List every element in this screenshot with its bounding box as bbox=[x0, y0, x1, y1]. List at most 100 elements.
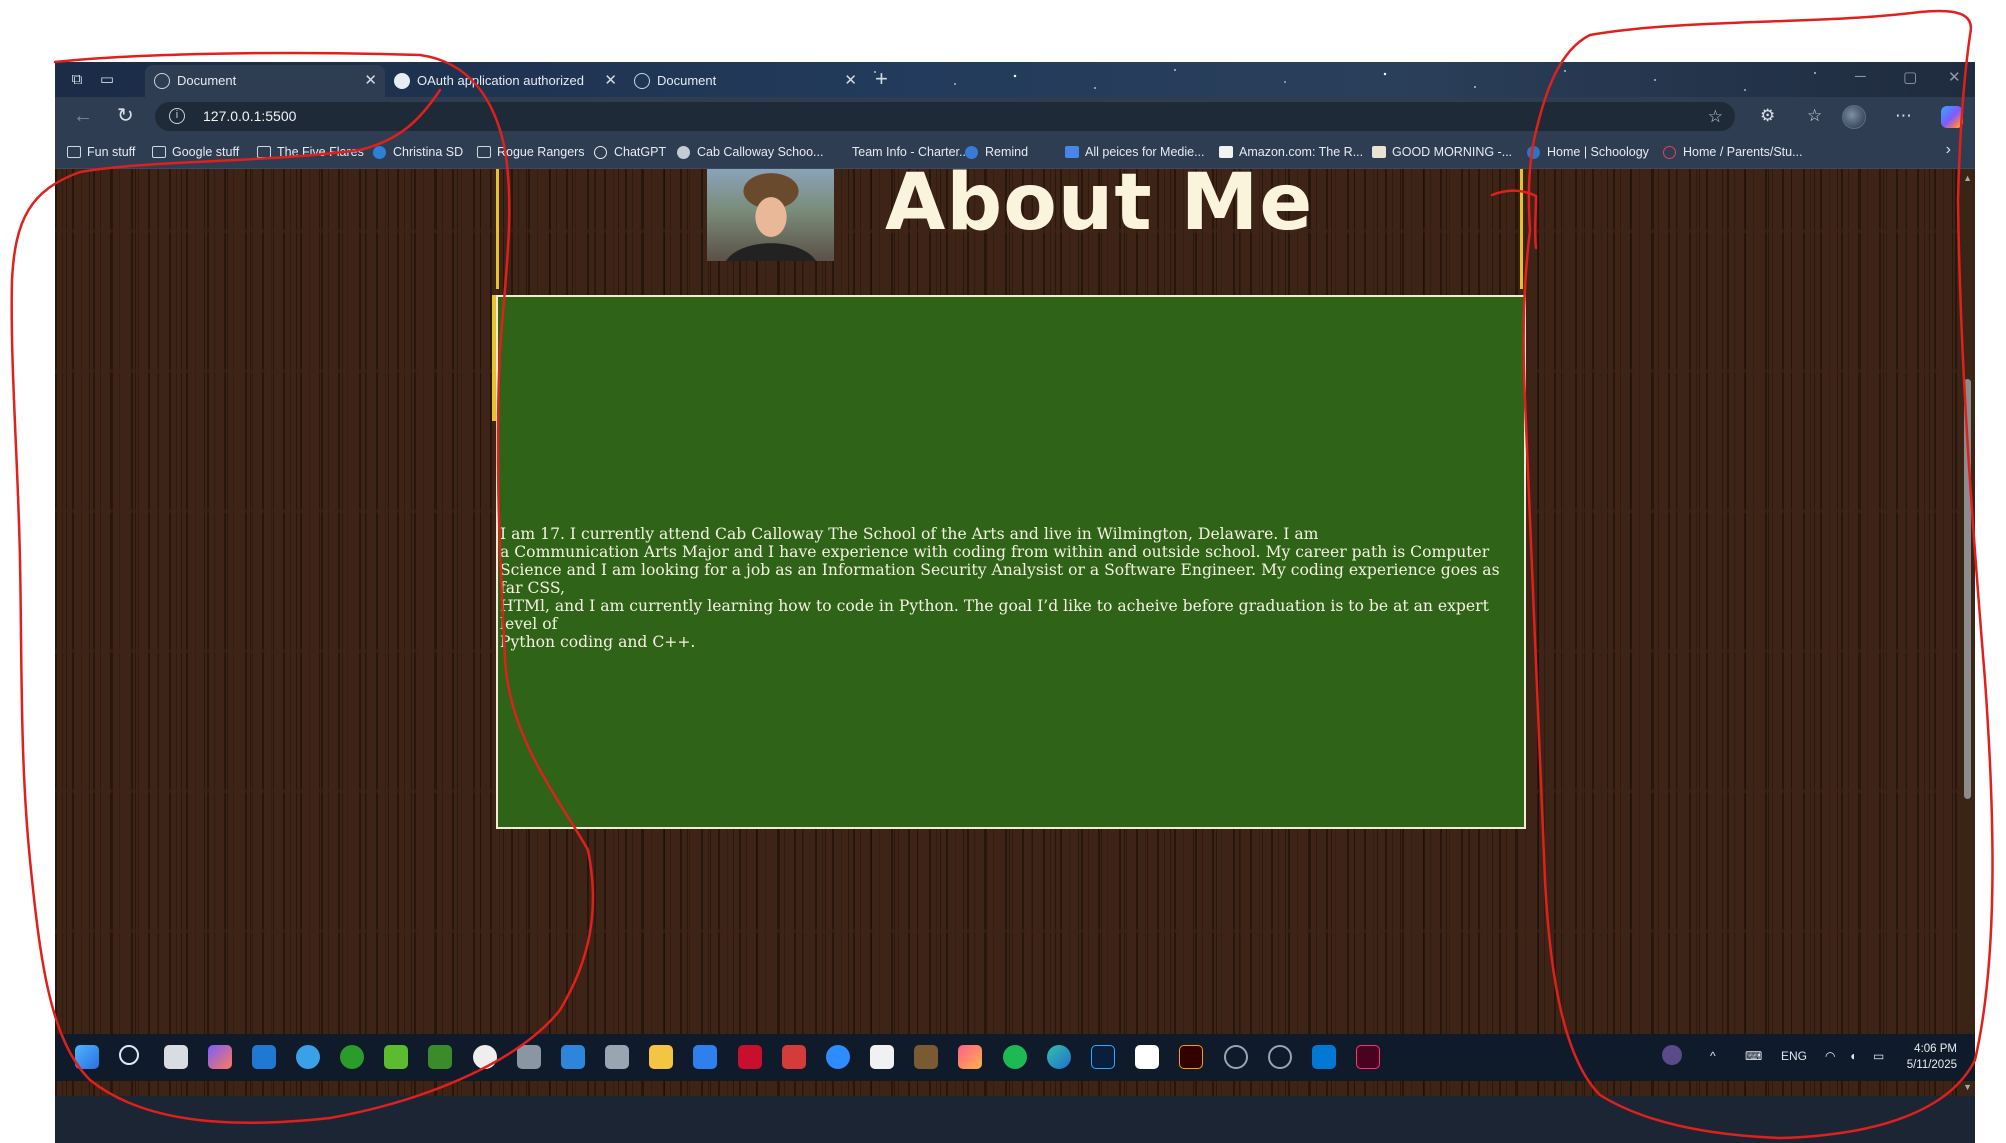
bookmark-chatgpt[interactable]: ChatGPT bbox=[592, 135, 666, 169]
clock-date: 5/11/2025 bbox=[1906, 1059, 1957, 1071]
bookmark-amazon[interactable]: Amazon.com: The R... bbox=[1217, 135, 1363, 169]
globe-icon bbox=[634, 73, 650, 89]
close-tab-icon[interactable]: ✕ bbox=[844, 65, 857, 97]
refresh-icon[interactable]: ↻ bbox=[117, 104, 134, 128]
clock-time: 4:06 PM bbox=[1914, 1043, 1957, 1055]
start-icon[interactable] bbox=[75, 1045, 99, 1069]
bookmark-schoology[interactable]: Home | Schoology bbox=[1525, 135, 1649, 169]
bookmark-label: Home | Schoology bbox=[1547, 145, 1649, 159]
copilot-icon[interactable] bbox=[1941, 106, 1963, 128]
scroll-up-icon[interactable]: ▲ bbox=[1963, 173, 1972, 183]
tab-actions-icon[interactable]: ▭ bbox=[97, 70, 117, 90]
snipping-icon[interactable] bbox=[870, 1045, 894, 1069]
bookmark-team-info[interactable]: Team Info - Charter... bbox=[830, 135, 969, 169]
illustrator-icon[interactable] bbox=[1179, 1045, 1203, 1069]
calendar-icon[interactable] bbox=[693, 1045, 717, 1069]
favorite-star-icon[interactable]: ☆ bbox=[1708, 102, 1723, 131]
bookmark-five-flares[interactable]: The Five Flares bbox=[255, 135, 364, 169]
about-content-box: I am 17. I currently attend Cab Calloway… bbox=[496, 295, 1526, 829]
vscode-icon[interactable] bbox=[1312, 1045, 1336, 1069]
battery-icon[interactable]: ▭ bbox=[1873, 1049, 1884, 1063]
site-icon bbox=[677, 146, 690, 159]
bookmark-label: Christina SD bbox=[393, 145, 464, 159]
close-tab-icon[interactable]: ✕ bbox=[364, 65, 377, 97]
bookmark-google-stuff[interactable]: Google stuff bbox=[150, 135, 239, 169]
tab-title: Document bbox=[177, 73, 237, 88]
page-title: About Me bbox=[885, 169, 1314, 248]
bookmark-rogue-rangers[interactable]: Rogue Rangers bbox=[475, 135, 585, 169]
tray-app-icon[interactable] bbox=[1662, 1045, 1682, 1065]
game-icon[interactable] bbox=[384, 1045, 408, 1069]
roblox-icon[interactable] bbox=[738, 1045, 762, 1069]
bookmark-label: Team Info - Charter... bbox=[852, 145, 970, 159]
app-circle-icon[interactable] bbox=[1224, 1045, 1248, 1069]
bookmark-cab-calloway[interactable]: Cab Calloway Schoo... bbox=[675, 135, 823, 169]
notion-icon[interactable] bbox=[1135, 1045, 1159, 1069]
app-circle-icon[interactable] bbox=[1268, 1045, 1292, 1069]
spotify-icon[interactable] bbox=[1003, 1045, 1027, 1069]
folder-icon bbox=[257, 146, 271, 158]
task-view-icon[interactable] bbox=[164, 1045, 188, 1069]
clock[interactable]: 4:06 PM 5/11/2025 bbox=[1907, 1041, 1957, 1073]
bookmark-fun-stuff[interactable]: Fun stuff bbox=[65, 135, 135, 169]
browser-window: ⧉ ▭ Document ✕ OAuth application authori… bbox=[55, 62, 1975, 1143]
address-bar[interactable]: i 127.0.0.1:5500 ☆ bbox=[155, 102, 1735, 131]
search-icon[interactable] bbox=[119, 1045, 139, 1065]
tab-document[interactable]: Document ✕ bbox=[625, 65, 865, 97]
site-info-icon[interactable]: i bbox=[169, 108, 185, 124]
zoom-icon[interactable] bbox=[826, 1045, 850, 1069]
edge-icon[interactable] bbox=[1047, 1045, 1071, 1069]
more-menu-icon[interactable]: ⋯ bbox=[1895, 104, 1912, 128]
copilot-taskbar-icon[interactable] bbox=[208, 1045, 232, 1069]
minecraft-launcher-icon[interactable] bbox=[914, 1045, 938, 1069]
bookmark-good-morning[interactable]: GOOD MORNING -... bbox=[1370, 135, 1512, 169]
file-explorer-icon[interactable] bbox=[649, 1045, 673, 1069]
back-icon[interactable]: ← bbox=[73, 104, 93, 128]
close-tab-icon[interactable]: ✕ bbox=[604, 65, 617, 97]
close-window-icon[interactable]: ✕ bbox=[1948, 68, 1961, 86]
photoshop-icon[interactable] bbox=[1091, 1045, 1115, 1069]
site-icon bbox=[1372, 146, 1386, 158]
chevron-up-icon[interactable]: ^ bbox=[1710, 1049, 1716, 1063]
bookmark-label: Google stuff bbox=[172, 145, 240, 159]
new-tab-button[interactable]: + bbox=[875, 68, 888, 90]
tab-oauth[interactable]: OAuth application authorized ✕ bbox=[385, 65, 625, 97]
bookmark-all-peices[interactable]: All peices for Medie... bbox=[1063, 135, 1205, 169]
outlook-icon[interactable] bbox=[252, 1045, 276, 1069]
keyboard-icon[interactable]: ⌨ bbox=[1745, 1049, 1762, 1063]
minecraft-icon[interactable] bbox=[428, 1045, 452, 1069]
xbox-icon[interactable] bbox=[340, 1045, 364, 1069]
weather-icon[interactable] bbox=[296, 1045, 320, 1069]
scroll-down-icon[interactable]: ▼ bbox=[1963, 1082, 1972, 1092]
calculator-icon[interactable] bbox=[517, 1045, 541, 1069]
bookmark-label: Rogue Rangers bbox=[497, 145, 585, 159]
scroll-thumb[interactable] bbox=[1964, 379, 1971, 799]
taskbar: ^ ⌨ ENG ◠ ◖ ▭ 4:06 PM 5/11/2025 bbox=[55, 1034, 1975, 1081]
page-scrollbar[interactable]: ▲ ▼ bbox=[1960, 169, 1975, 1096]
chatgpt-icon bbox=[594, 146, 607, 159]
volume-icon[interactable]: ◖ bbox=[1849, 1049, 1856, 1063]
indesign-icon[interactable] bbox=[1356, 1045, 1380, 1069]
photos-icon[interactable] bbox=[561, 1045, 585, 1069]
chevron-right-icon[interactable]: › bbox=[1946, 141, 1951, 159]
bookmark-label: Home / Parents/Stu... bbox=[1683, 145, 1803, 159]
profile-photo bbox=[707, 169, 834, 261]
language-indicator[interactable]: ENG bbox=[1781, 1049, 1807, 1063]
bookmark-label: Remind bbox=[985, 145, 1029, 159]
camera-icon[interactable] bbox=[605, 1045, 629, 1069]
github-icon bbox=[394, 73, 410, 89]
favorites-icon[interactable]: ☆ bbox=[1807, 104, 1822, 128]
instagram-icon[interactable] bbox=[958, 1045, 982, 1069]
extensions-icon[interactable]: ⚙ bbox=[1760, 104, 1775, 128]
bookmark-home-parents[interactable]: Home / Parents/Stu... bbox=[1661, 135, 1803, 169]
workspaces-icon[interactable]: ⧉ bbox=[67, 70, 87, 90]
tab-document-active[interactable]: Document ✕ bbox=[145, 65, 385, 97]
maximize-icon[interactable]: ▢ bbox=[1903, 68, 1917, 86]
app-icon[interactable] bbox=[782, 1045, 806, 1069]
bookmark-christina-sd[interactable]: Christina SD bbox=[371, 135, 463, 169]
wifi-icon[interactable]: ◠ bbox=[1825, 1049, 1835, 1063]
profile-avatar[interactable] bbox=[1842, 105, 1866, 129]
bookmark-remind[interactable]: Remind bbox=[963, 135, 1028, 169]
minimize-icon[interactable]: ─ bbox=[1855, 68, 1866, 85]
clock-icon[interactable] bbox=[473, 1045, 497, 1069]
